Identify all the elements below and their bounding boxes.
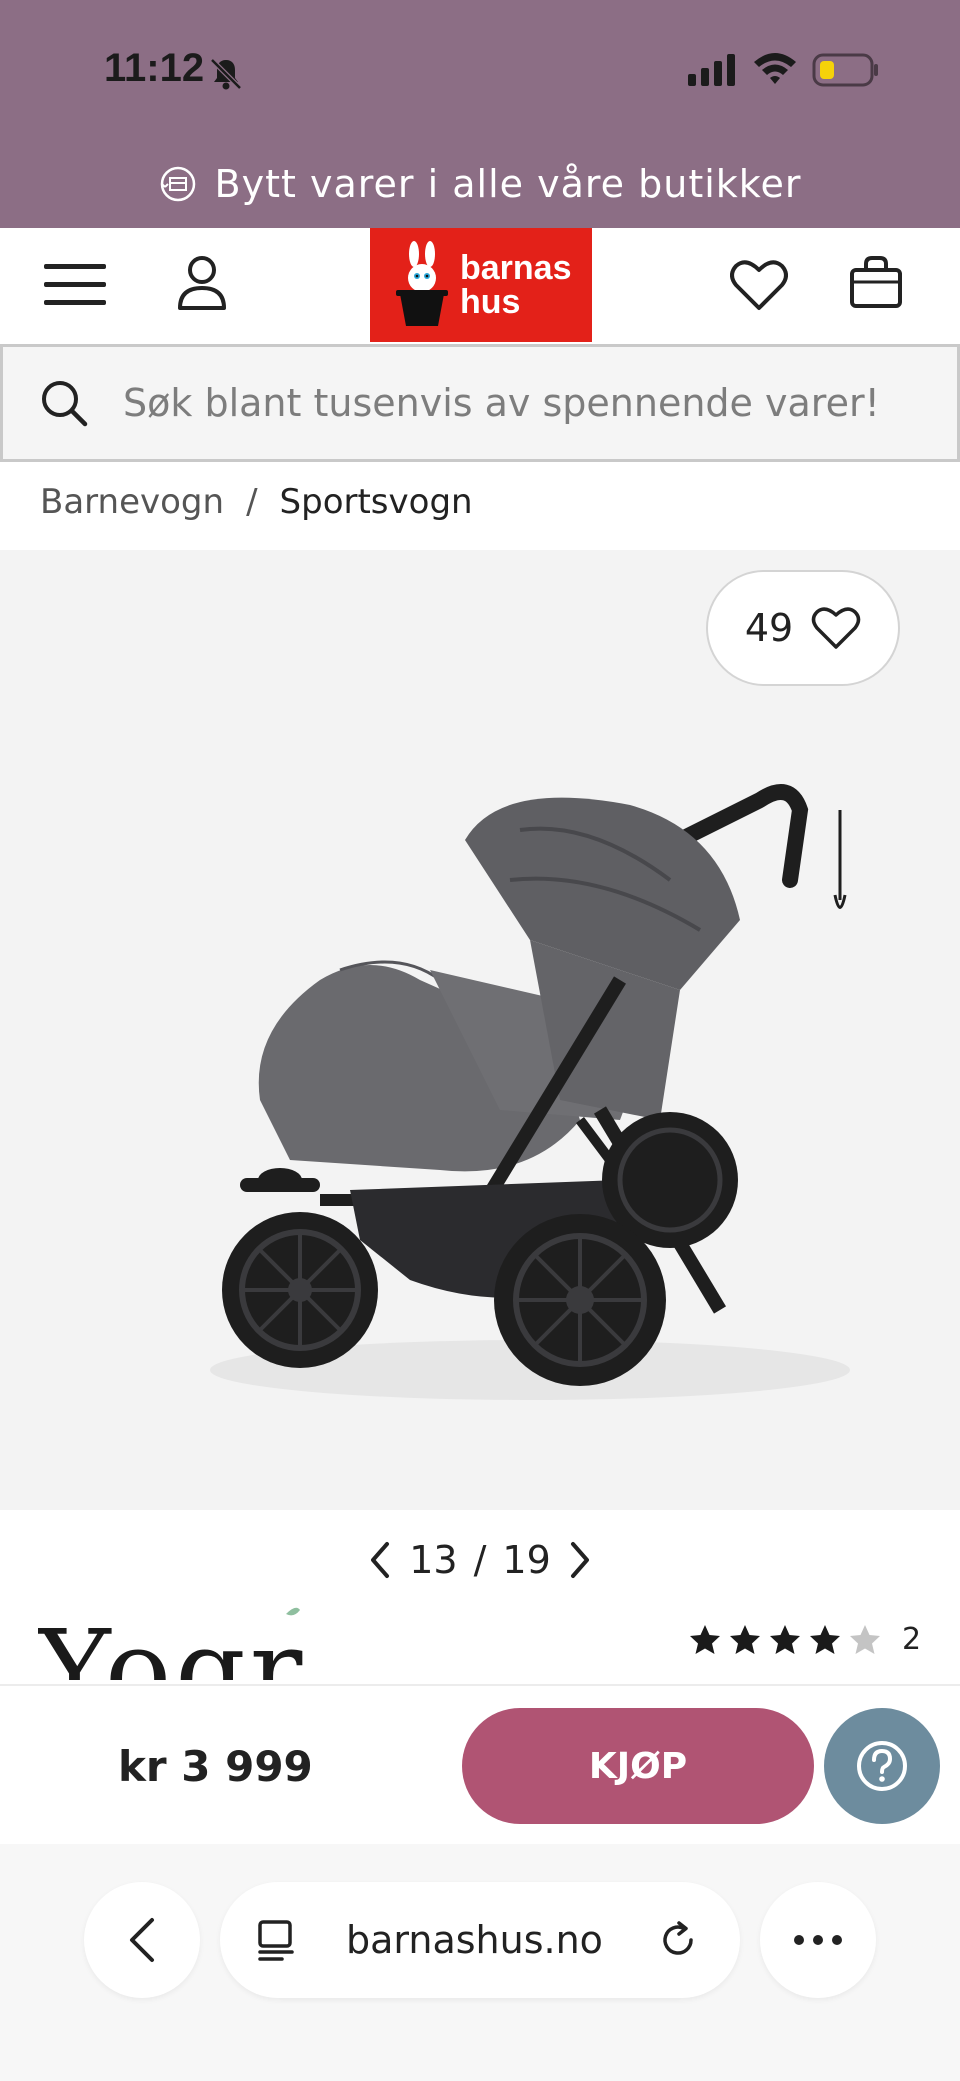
pager-current: 13: [409, 1538, 458, 1582]
search-input[interactable]: [123, 381, 923, 425]
favorite-count: 49: [744, 606, 794, 650]
question-mark-icon: [857, 1741, 907, 1791]
more-icon: [794, 1935, 842, 1945]
signal-icon: [688, 54, 735, 86]
logo-line-1: barnas: [460, 249, 572, 287]
browser-more-button[interactable]: [760, 1882, 876, 1998]
search-bar[interactable]: [0, 344, 960, 462]
browser-back-button[interactable]: [84, 1882, 200, 1998]
chevron-right-icon[interactable]: [567, 1540, 593, 1580]
favorite-button[interactable]: 49: [706, 570, 900, 686]
chevron-left-icon[interactable]: [367, 1540, 393, 1580]
image-pager: 13 / 19: [0, 1530, 960, 1590]
brand-name: Yogri: [38, 1606, 308, 1680]
logo-line-2: hus: [460, 283, 521, 321]
breadcrumb-separator: /: [246, 482, 258, 522]
logo-text: barnas hus: [460, 251, 572, 319]
product-gallery[interactable]: 49: [0, 550, 960, 1510]
promo-banner[interactable]: Bytt varer i alle våre butikker: [0, 140, 960, 228]
product-image-stroller: [210, 784, 850, 1400]
breadcrumb-item-barnevogn[interactable]: Barnevogn: [40, 482, 224, 522]
star-filled-icon: [690, 1624, 720, 1654]
star-filled-icon: [810, 1624, 840, 1654]
site-header: barnas hus: [0, 228, 960, 342]
buy-button[interactable]: KJØP: [462, 1708, 814, 1824]
product-rating[interactable]: 2: [688, 1622, 921, 1657]
review-count: 2: [902, 1622, 922, 1657]
heart-outline-icon: [811, 607, 861, 649]
exchange-box-icon: [160, 166, 195, 202]
bunny-logo-icon: [396, 241, 448, 326]
bell-slash-icon: [210, 58, 242, 90]
help-button[interactable]: [824, 1708, 940, 1824]
address-bar[interactable]: barnashus.no: [220, 1882, 740, 1998]
reload-icon[interactable]: [657, 1919, 699, 1961]
breadcrumb-item-sportsvogn[interactable]: Sportsvogn: [280, 482, 473, 522]
status-time: 11:12: [104, 46, 205, 90]
breadcrumb: Barnevogn / Sportsvogn: [40, 482, 473, 522]
bag-icon[interactable]: [848, 254, 904, 310]
pager-separator: /: [473, 1538, 487, 1582]
heart-icon[interactable]: [730, 258, 788, 312]
reader-icon: [258, 1920, 294, 1961]
menu-icon[interactable]: [44, 260, 106, 308]
brand-logo[interactable]: Yogri: [38, 1600, 308, 1680]
url-text: barnashus.no: [346, 1918, 603, 1962]
yogri-logo-icon: Yogri: [38, 1606, 308, 1680]
search-icon: [42, 381, 88, 427]
star-filled-icon: [730, 1624, 760, 1654]
back-icon: [130, 1918, 154, 1962]
star-filled-icon: [770, 1624, 800, 1654]
buy-bar: kr 3 999 KJØP: [0, 1684, 960, 1844]
browser-toolbar: barnashus.no: [0, 1844, 960, 2081]
site-logo[interactable]: barnas hus: [370, 228, 592, 342]
battery-low-icon: [812, 53, 878, 87]
wifi-icon: [754, 53, 796, 84]
product-price: kr 3 999: [118, 1742, 313, 1791]
star-empty-icon: [850, 1624, 880, 1654]
promo-text: Bytt varer i alle våre butikker: [214, 162, 802, 206]
pager-total: 19: [502, 1538, 551, 1582]
user-icon[interactable]: [176, 254, 228, 312]
status-bar: 11:12: [0, 0, 960, 140]
